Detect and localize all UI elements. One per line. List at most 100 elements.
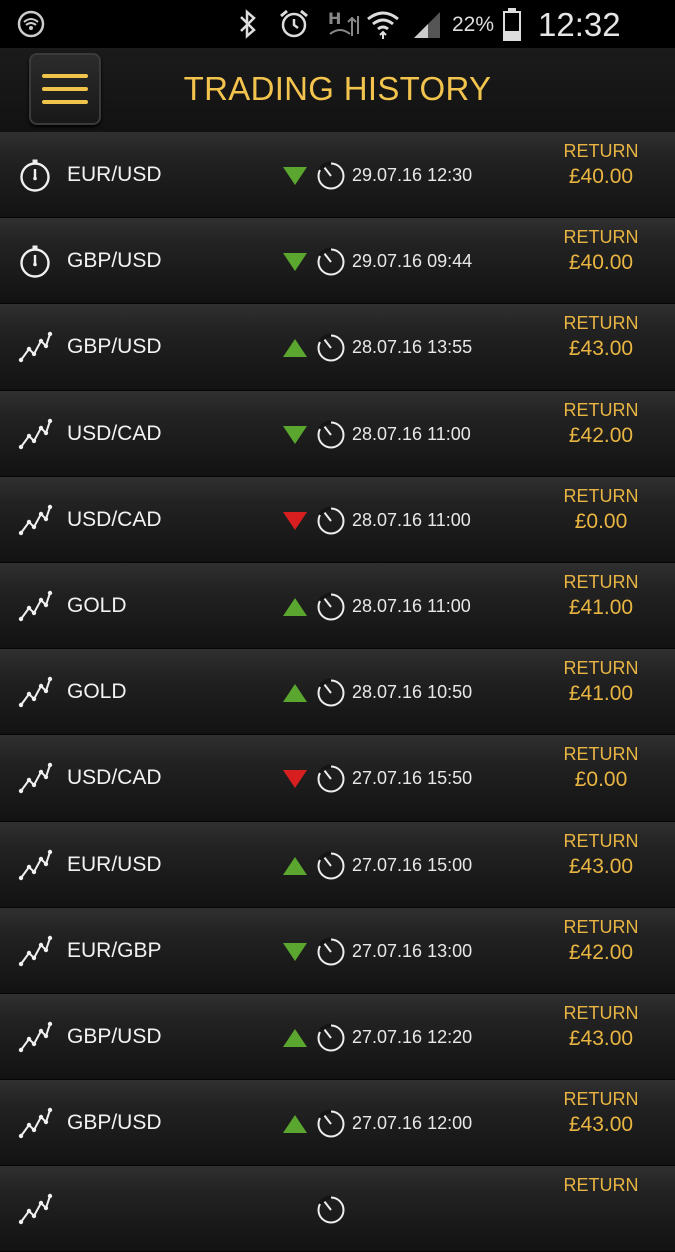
trade-pair: USD/CAD	[67, 766, 162, 790]
triangle-down-icon	[282, 166, 308, 186]
line-chart-icon	[17, 847, 53, 883]
trade-row-5[interactable]: USD/CAD 28.07.16 11:00 RETURN £0.00	[0, 476, 675, 563]
trade-pair: EUR/USD	[67, 852, 162, 876]
expiry-clock-icon	[316, 247, 346, 277]
triangle-down-icon	[282, 942, 308, 962]
trade-row-13[interactable]: RETURN	[0, 1166, 675, 1252]
trade-datetime: 29.07.16 12:30	[352, 165, 473, 185]
trade-pair: EUR/USD	[67, 163, 162, 186]
svg-text:H: H	[328, 9, 341, 28]
return-value: £41.00	[568, 682, 634, 706]
trade-pair: GBP/USD	[67, 1111, 162, 1135]
bluetooth-icon	[240, 9, 256, 39]
trade-datetime: 28.07.16 13:55	[352, 337, 473, 358]
return-value: £43.00	[568, 1026, 634, 1050]
return-label: RETURN	[563, 744, 639, 765]
line-chart-icon	[17, 1191, 53, 1227]
return-label: RETURN	[563, 485, 639, 506]
trade-pair: GBP/USD	[67, 335, 162, 359]
triangle-down-icon	[282, 252, 308, 272]
trade-pair: GOLD	[67, 680, 127, 704]
status-bar: H 22% 12:32 pm	[0, 0, 675, 81]
expiry-clock-icon	[316, 506, 346, 536]
line-chart-icon	[17, 588, 53, 624]
battery-icon	[503, 8, 521, 41]
line-chart-icon	[17, 502, 53, 538]
page-title: TRADING HISTORY	[183, 70, 492, 107]
wifi-icon	[367, 11, 399, 39]
trade-pair: EUR/GBP	[67, 938, 162, 962]
trade-row-4[interactable]: USD/CAD 28.07.16 11:00 RETURN £42.00	[0, 390, 675, 477]
return-label: RETURN	[563, 571, 639, 592]
trade-history-list[interactable]: EUR/USD 29.07.16 12:30 RETURN £40.00 GBP…	[0, 132, 675, 1252]
line-chart-icon	[17, 329, 53, 365]
line-chart-icon	[17, 760, 53, 796]
direction-icon	[282, 1200, 308, 1220]
return-label: RETURN	[563, 658, 639, 679]
trade-row-6[interactable]: GOLD 28.07.16 11:00 RETURN £41.00	[0, 562, 675, 650]
triangle-down-icon	[282, 511, 308, 531]
line-chart-icon	[17, 674, 53, 710]
return-value: £0.00	[574, 509, 628, 533]
trade-datetime: 27.07.16 13:00	[352, 940, 473, 961]
triangle-down-icon	[282, 769, 308, 789]
trade-datetime: 28.07.16 11:00	[352, 595, 471, 616]
trade-row-12[interactable]: GBP/USD 27.07.16 12:00 RETURN £43.00	[0, 1080, 675, 1167]
expiry-clock-icon	[316, 850, 346, 881]
return-label: RETURN	[563, 313, 639, 334]
triangle-up-icon	[282, 597, 308, 617]
line-chart-icon	[17, 933, 53, 969]
return-value: £43.00	[568, 337, 634, 361]
trade-pair: USD/CAD	[67, 421, 162, 445]
trade-pair: GOLD	[67, 593, 127, 617]
return-value: £43.00	[568, 854, 634, 878]
return-label: RETURN	[563, 399, 639, 420]
trade-row-10[interactable]: EUR/GBP 27.07.16 13:00 RETURN £42.00	[0, 907, 675, 994]
return-value: £41.00	[568, 595, 634, 619]
triangle-up-icon	[282, 856, 308, 876]
trade-datetime: 27.07.16 15:00	[352, 854, 473, 875]
expiry-clock-icon	[316, 678, 346, 708]
trade-row-1[interactable]: EUR/USD 29.07.16 12:30 RETURN £40.00	[0, 132, 675, 219]
notification-app-icon	[17, 10, 45, 38]
triangle-up-icon	[282, 1114, 308, 1134]
trade-row-8[interactable]: USD/CAD 27.07.16 15:50 RETURN £0.00	[0, 735, 675, 822]
trade-pair: GBP/USD	[67, 1024, 162, 1048]
expiry-clock-icon	[316, 937, 346, 967]
mobile-data-h-icon: H	[328, 9, 359, 36]
return-label: RETURN	[563, 830, 639, 851]
line-chart-icon	[17, 416, 53, 452]
expiry-clock-icon	[316, 1023, 346, 1053]
trade-row-11[interactable]: GBP/USD 27.07.16 12:20 RETURN £43.00	[0, 993, 675, 1081]
return-label: RETURN	[563, 1089, 639, 1110]
return-value: £40.00	[568, 165, 634, 188]
return-value: £43.00	[568, 1113, 634, 1137]
expiry-clock-icon	[316, 764, 346, 794]
trade-pair: USD/CAD	[67, 507, 162, 531]
trade-datetime: 27.07.16 12:20	[352, 1026, 473, 1047]
trade-datetime: 29.07.16 09:44	[352, 251, 473, 272]
trade-row-3[interactable]: GBP/USD 28.07.16 13:55 RETURN £43.00	[0, 304, 675, 391]
return-label: RETURN	[563, 1002, 639, 1023]
trade-pair: GBP/USD	[67, 249, 162, 273]
stopwatch-icon	[17, 157, 53, 193]
alarm-icon	[280, 9, 308, 38]
expiry-clock-icon	[316, 592, 346, 622]
trade-datetime: 27.07.16 15:50	[352, 768, 473, 789]
trade-datetime: 27.07.16 12:00	[352, 1113, 473, 1134]
return-value: £42.00	[568, 423, 634, 447]
triangle-up-icon	[282, 1028, 308, 1048]
return-label: RETURN	[563, 916, 639, 937]
expiry-clock-icon	[316, 420, 346, 450]
stopwatch-icon	[17, 243, 53, 279]
expiry-clock-icon	[316, 1109, 346, 1139]
signal-strength-icon	[414, 12, 440, 38]
return-label: RETURN	[563, 227, 639, 248]
line-chart-icon	[17, 1105, 53, 1141]
line-chart-icon	[17, 1019, 53, 1055]
trade-row-9[interactable]: EUR/USD 27.07.16 15:00 RETURN £43.00	[0, 821, 675, 908]
return-value: £42.00	[568, 940, 634, 964]
trade-row-2[interactable]: GBP/USD 29.07.16 09:44 RETURN £40.00	[0, 218, 675, 305]
trade-row-7[interactable]: GOLD 28.07.16 10:50 RETURN £41.00	[0, 649, 675, 736]
return-value: £40.00	[568, 251, 634, 275]
